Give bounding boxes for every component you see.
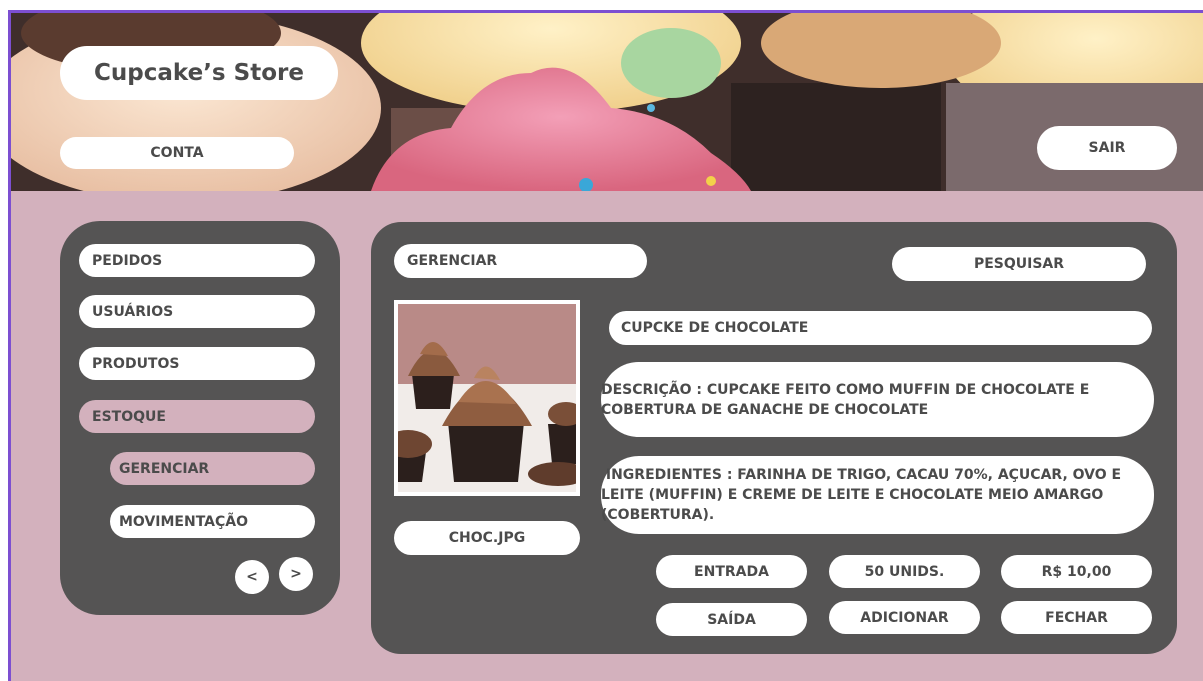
image-filename[interactable]: CHOC.JPG: [394, 521, 580, 555]
quantity-field[interactable]: 50 UNIDS.: [829, 555, 980, 588]
app-frame: Cupcake’s Store CONTA SAIR PEDIDOS USUÁR…: [8, 10, 1203, 681]
search-button[interactable]: PESQUISAR: [892, 247, 1146, 281]
chocolate-cupcake-image: [398, 304, 576, 492]
logout-button[interactable]: SAIR: [1037, 126, 1177, 170]
close-button[interactable]: FECHAR: [1001, 601, 1152, 634]
price-field[interactable]: R$ 10,00: [1001, 555, 1152, 588]
entry-button[interactable]: ENTRADA: [656, 555, 807, 588]
section-title: GERENCIAR: [394, 244, 647, 278]
ingredients-field[interactable]: INGREDIENTES : FARINHA DE TRIGO, CACAU 7…: [601, 456, 1154, 534]
header-banner: Cupcake’s Store CONTA SAIR: [11, 13, 1203, 191]
ingredients-text: INGREDIENTES : FARINHA DE TRIGO, CACAU 7…: [601, 467, 1126, 523]
product-name-field[interactable]: CUPCKE DE CHOCOLATE: [609, 311, 1152, 345]
sidebar: PEDIDOS USUÁRIOS PRODUTOS ESTOQUE GERENC…: [60, 221, 340, 615]
sidebar-item-usuarios[interactable]: USUÁRIOS: [79, 295, 315, 328]
sidebar-item-produtos[interactable]: PRODUTOS: [79, 347, 315, 380]
description-field[interactable]: DESCRIÇÃO : CUPCAKE FEITO COMO MUFFIN DE…: [601, 362, 1154, 437]
sidebar-item-estoque[interactable]: ESTOQUE: [79, 400, 315, 433]
product-panel: GERENCIAR PESQUISAR CHOC.JPG CUPCKE DE C…: [371, 222, 1177, 654]
description-text: DESCRIÇÃO : CUPCAKE FEITO COMO MUFFIN DE…: [601, 381, 1090, 418]
sidebar-subitem-movimentacao[interactable]: MOVIMENTAÇÃO: [110, 505, 315, 538]
add-button[interactable]: ADICIONAR: [829, 601, 980, 634]
prev-page-button[interactable]: <: [235, 560, 269, 594]
product-image: [394, 300, 580, 496]
exit-button[interactable]: SAÍDA: [656, 603, 807, 636]
sidebar-item-pedidos[interactable]: PEDIDOS: [79, 244, 315, 277]
store-title: Cupcake’s Store: [60, 46, 338, 100]
sidebar-subitem-gerenciar[interactable]: GERENCIAR: [110, 452, 315, 485]
account-button[interactable]: CONTA: [60, 137, 294, 169]
next-page-button[interactable]: >: [279, 557, 313, 591]
